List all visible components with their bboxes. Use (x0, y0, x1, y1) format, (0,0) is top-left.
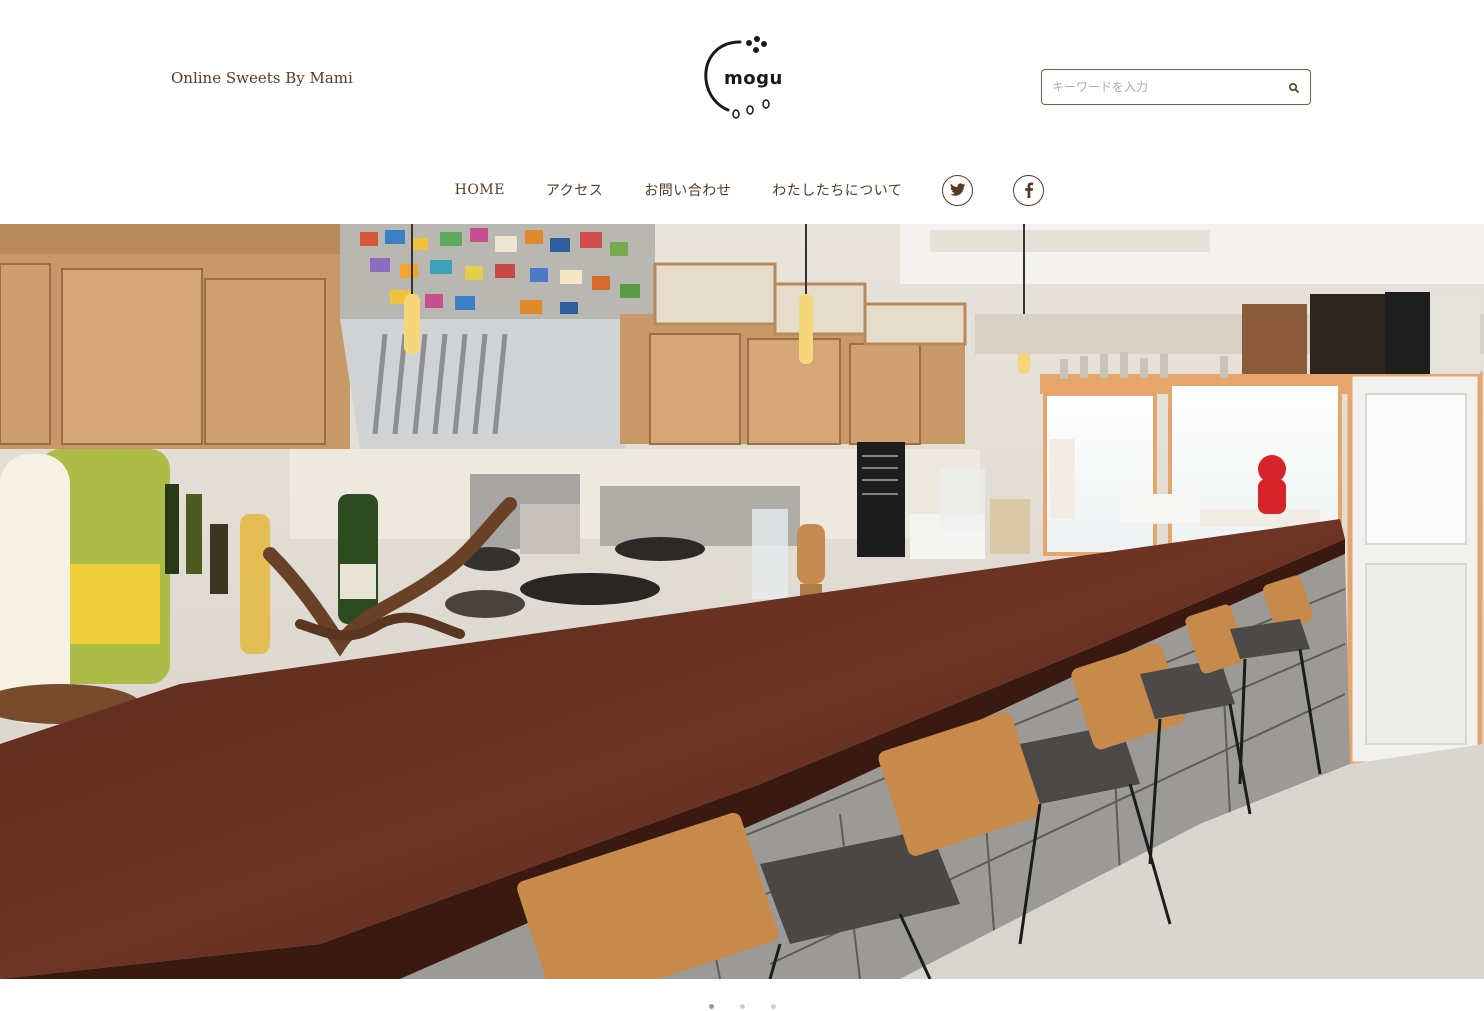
site-tagline: Online Sweets By Mami (171, 69, 353, 87)
nav-item-contact[interactable]: お問い合わせ (644, 180, 731, 200)
slider-dot-1[interactable] (708, 1004, 714, 1009)
nav-item-home[interactable]: HOME (455, 182, 505, 198)
nav-item-about[interactable]: わたしたちについて (772, 180, 902, 200)
search-box (1041, 69, 1311, 105)
facebook-link[interactable] (1013, 174, 1045, 206)
facebook-icon (1025, 182, 1033, 198)
hero-slider-image (0, 224, 1484, 979)
site-logo[interactable]: mogu (700, 34, 784, 122)
logo-text: mogu (724, 68, 783, 89)
nav-item-access[interactable]: アクセス (546, 180, 603, 200)
search-icon (1288, 82, 1299, 93)
slider-dot-3[interactable] (770, 1004, 776, 1009)
search-button[interactable] (1286, 80, 1302, 96)
slider-pagination (0, 1004, 1484, 1009)
search-input[interactable] (1052, 77, 1282, 97)
main-nav: HOME アクセス お問い合わせ わたしたちについて (0, 170, 1484, 210)
twitter-icon (949, 183, 966, 196)
slider-dot-2[interactable] (739, 1004, 745, 1009)
twitter-link[interactable] (942, 174, 974, 206)
